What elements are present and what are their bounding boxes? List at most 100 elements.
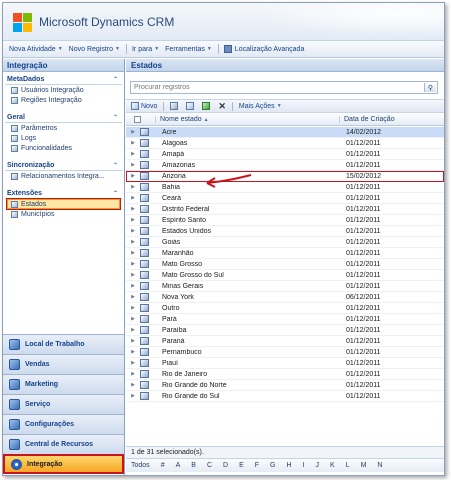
- cell-name[interactable]: Pará: [158, 316, 342, 323]
- select-all-checkbox[interactable]: [134, 116, 141, 123]
- jump-letter[interactable]: M: [361, 462, 367, 469]
- area-integracao[interactable]: Integração: [3, 454, 124, 474]
- area-sales[interactable]: Vendas: [3, 354, 124, 374]
- search-input[interactable]: [131, 84, 421, 91]
- nav-group-extensoes[interactable]: Extensões ⌃: [5, 188, 122, 199]
- nav-item-funcionalidades[interactable]: Funcionalidades: [3, 143, 124, 153]
- cell-name[interactable]: Paraná: [158, 338, 342, 345]
- table-row[interactable]: ▶ Goiás 01/12/2011: [126, 237, 444, 248]
- jump-letter[interactable]: #: [161, 462, 165, 469]
- jump-letter[interactable]: N: [377, 462, 382, 469]
- expand-arrow-icon[interactable]: ▶: [126, 338, 140, 344]
- expand-arrow-icon[interactable]: ▶: [126, 151, 140, 157]
- cell-name[interactable]: Goiás: [158, 239, 342, 246]
- expand-arrow-icon[interactable]: ▶: [126, 250, 140, 256]
- cell-name[interactable]: Maranhão: [158, 250, 342, 257]
- area-settings[interactable]: Configurações: [3, 414, 124, 434]
- expand-arrow-icon[interactable]: ▶: [126, 140, 140, 146]
- more-actions-button[interactable]: Mais Ações ▼: [239, 103, 282, 110]
- expand-arrow-icon[interactable]: ▶: [126, 228, 140, 234]
- column-header-name[interactable]: Nome estado ▲: [155, 116, 339, 123]
- table-row[interactable]: ▶ Amapá 01/12/2011: [126, 149, 444, 160]
- nav-item-regioes-integracao[interactable]: Regiões Integração: [3, 95, 124, 105]
- table-row[interactable]: ▶ Mato Grosso do Sul 01/12/2011: [126, 270, 444, 281]
- nav-item-logs[interactable]: Logs: [3, 133, 124, 143]
- new-button[interactable]: Novo: [131, 102, 157, 110]
- expand-arrow-icon[interactable]: ▶: [126, 305, 140, 311]
- jump-letter[interactable]: K: [330, 462, 335, 469]
- nav-item-estados[interactable]: Estados: [6, 198, 121, 210]
- cell-name[interactable]: Minas Gerais: [158, 283, 342, 290]
- table-row[interactable]: ▶ Bahia 01/12/2011: [126, 182, 444, 193]
- nav-group-geral[interactable]: Geral ⌃: [5, 112, 122, 123]
- expand-arrow-icon[interactable]: ▶: [126, 239, 140, 245]
- expand-arrow-icon[interactable]: ▶: [126, 129, 140, 135]
- menu-advanced-find[interactable]: Localização Avançada: [223, 45, 304, 53]
- table-row[interactable]: ▶ Piauí 01/12/2011: [126, 358, 444, 369]
- search-icon[interactable]: ⚲: [424, 83, 436, 92]
- menu-go-to[interactable]: Ir para ▼: [132, 46, 159, 53]
- table-row[interactable]: ▶ Pará 01/12/2011: [126, 314, 444, 325]
- jump-letter[interactable]: A: [176, 462, 181, 469]
- area-workplace[interactable]: Local de Trabalho: [3, 334, 124, 354]
- cell-name[interactable]: Espírito Santo: [158, 217, 342, 224]
- expand-arrow-icon[interactable]: ▶: [126, 349, 140, 355]
- table-row[interactable]: ▶ Estados Unidos 01/12/2011: [126, 226, 444, 237]
- delete-button[interactable]: ✕: [218, 101, 226, 112]
- jump-letter[interactable]: I: [303, 462, 305, 469]
- table-row[interactable]: ▶ Maranhão 01/12/2011: [126, 248, 444, 259]
- jump-letter[interactable]: H: [286, 462, 291, 469]
- menu-tools[interactable]: Ferramentas ▼: [165, 46, 212, 53]
- table-row[interactable]: ▶ Nova York 06/12/2011: [126, 292, 444, 303]
- expand-arrow-icon[interactable]: ▶: [126, 162, 140, 168]
- table-row[interactable]: ▶ Ceará 01/12/2011: [126, 193, 444, 204]
- table-row[interactable]: ▶ Distrito Federal 01/12/2011: [126, 204, 444, 215]
- table-row[interactable]: ▶ Paraíba 01/12/2011: [126, 325, 444, 336]
- expand-arrow-icon[interactable]: ▶: [126, 173, 140, 179]
- expand-arrow-icon[interactable]: ▶: [126, 184, 140, 190]
- table-row[interactable]: ▶ Mato Grosso 01/12/2011: [126, 259, 444, 270]
- jump-letter[interactable]: E: [239, 462, 244, 469]
- table-row[interactable]: ▶ Pernambuco 01/12/2011: [126, 347, 444, 358]
- collapse-icon[interactable]: ⌃: [113, 162, 118, 169]
- collapse-icon[interactable]: ⌃: [113, 76, 118, 83]
- cell-name[interactable]: Alagoas: [158, 140, 342, 147]
- cell-name[interactable]: Arizona: [158, 173, 342, 180]
- cell-name[interactable]: Mato Grosso do Sul: [158, 272, 342, 279]
- menu-new-activity[interactable]: Nova Atividade ▼: [9, 46, 63, 53]
- export-excel-button[interactable]: [202, 102, 212, 110]
- area-marketing[interactable]: Marketing: [3, 374, 124, 394]
- cell-name[interactable]: Acre: [158, 129, 342, 136]
- nav-group-sincronizacao[interactable]: Sincronização ⌃: [5, 160, 122, 171]
- expand-arrow-icon[interactable]: ▶: [126, 283, 140, 289]
- table-row[interactable]: ▶ Alagoas 01/12/2011: [126, 138, 444, 149]
- cell-name[interactable]: Paraíba: [158, 327, 342, 334]
- cell-name[interactable]: Outro: [158, 305, 342, 312]
- expand-arrow-icon[interactable]: ▶: [126, 217, 140, 223]
- table-row[interactable]: ▶ Arizona 15/02/2012: [126, 171, 444, 182]
- nav-item-relacionamentos[interactable]: Relacionamentos Integra...: [3, 171, 124, 181]
- expand-arrow-icon[interactable]: ▶: [126, 272, 140, 278]
- cell-name[interactable]: Pernambuco: [158, 349, 342, 356]
- cell-name[interactable]: Ceará: [158, 195, 342, 202]
- cell-name[interactable]: Mato Grosso: [158, 261, 342, 268]
- expand-arrow-icon[interactable]: ▶: [126, 360, 140, 366]
- jump-letter[interactable]: Todos: [131, 462, 150, 469]
- jump-letter[interactable]: G: [270, 462, 275, 469]
- print-button[interactable]: [170, 102, 180, 110]
- cell-name[interactable]: Nova York: [158, 294, 342, 301]
- area-service[interactable]: Serviço: [3, 394, 124, 414]
- table-row[interactable]: ▶ Rio Grande do Sul 01/12/2011: [126, 391, 444, 402]
- cell-name[interactable]: Rio de Janeiro: [158, 371, 342, 378]
- expand-arrow-icon[interactable]: ▶: [126, 382, 140, 388]
- expand-arrow-icon[interactable]: ▶: [126, 393, 140, 399]
- nav-item-parametros[interactable]: Parâmetros: [3, 123, 124, 133]
- cell-name[interactable]: Rio Grande do Sul: [158, 393, 342, 400]
- nav-item-usuarios-integracao[interactable]: Usuários Integração: [3, 85, 124, 95]
- expand-arrow-icon[interactable]: ▶: [126, 261, 140, 267]
- table-row[interactable]: ▶ Rio de Janeiro 01/12/2011: [126, 369, 444, 380]
- table-row[interactable]: ▶ Acre 14/02/2012: [126, 127, 444, 138]
- jump-letter[interactable]: L: [346, 462, 350, 469]
- column-header-date[interactable]: Data de Criação: [339, 116, 395, 123]
- cell-name[interactable]: Rio Grande do Norte: [158, 382, 342, 389]
